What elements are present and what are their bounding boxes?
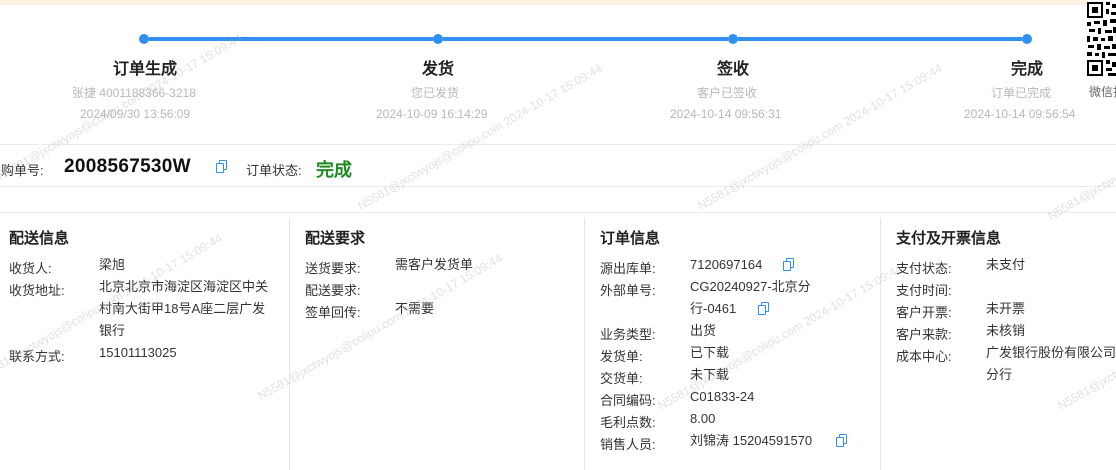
step-created-operator: 张捷 4001188366-3218 — [72, 86, 196, 100]
gross-margin-value: 8.00 — [690, 411, 716, 426]
progress-dot — [728, 34, 738, 44]
column-divider — [289, 218, 290, 470]
step-title-created: 订单生成 — [113, 61, 178, 78]
receiver-value: 梁旭 — [99, 257, 126, 272]
step-completed-note: 订单已完成 — [991, 86, 1052, 100]
gross-margin-label: 毛利点数: — [600, 415, 656, 430]
column-divider — [584, 218, 585, 470]
wechat-qr-code[interactable] — [1086, 0, 1116, 78]
step-shipped-time: 2024-10-09 16:14:29 — [376, 107, 488, 121]
step-signed-time: 2024-10-14 09:56:31 — [670, 107, 782, 121]
dist-req-label: 配送要求: — [305, 283, 361, 298]
po-number: 2008567530W — [64, 156, 191, 177]
invoice-status-label: 客户开票: — [896, 305, 952, 320]
send-req-label: 送货要求: — [305, 261, 361, 276]
order-status-label: 订单状态: — [246, 163, 302, 178]
order-status-badge: 完成 — [316, 160, 352, 180]
receiver-label: 收货人: — [9, 261, 52, 276]
copy-po-number-icon[interactable] — [216, 160, 227, 173]
step-title-signed: 签收 — [717, 61, 750, 78]
column-divider — [880, 218, 881, 470]
order-info-title: 订单信息 — [600, 230, 661, 247]
contact-value: 15101113025 — [99, 345, 177, 360]
step-shipped-note: 您已发货 — [411, 86, 460, 100]
customer-payment-label: 客户来款: — [896, 327, 952, 342]
progress-dot — [139, 34, 149, 44]
divider — [0, 186, 1116, 187]
send-req-value: 需客户发货单 — [395, 257, 474, 272]
sales-person-label: 销售人员: — [600, 437, 656, 452]
step-created-time: 2024/09/30 13:56:09 — [80, 107, 191, 121]
delivery-req-title: 配送要求 — [305, 230, 366, 247]
step-signed-note: 客户已签收 — [697, 86, 758, 100]
address-value: 北京北京市海淀区海淀区中关村南大街甲18号A座二层广发银行 — [99, 279, 269, 338]
top-strip — [0, 0, 1116, 5]
business-type-value: 出货 — [690, 323, 717, 338]
delivery-note-value: 未下载 — [690, 367, 730, 382]
wechat-scan-label: 微信扫 — [1089, 85, 1116, 99]
customer-payment-value: 未核销 — [986, 323, 1026, 338]
divider — [0, 212, 1116, 213]
external-order-value-line1: CG20240927-北京分 — [690, 279, 811, 294]
copy-sales-person-icon[interactable] — [836, 434, 847, 447]
progress-segment — [149, 37, 433, 41]
pay-status-label: 支付状态: — [896, 261, 952, 276]
progress-segment — [738, 37, 1022, 41]
contact-label: 联系方式: — [9, 349, 65, 364]
progress-dot — [433, 34, 443, 44]
delivery-note-label: 交货单: — [600, 371, 643, 386]
cost-center-label: 成本中心: — [896, 349, 952, 364]
watermark: N5581@jxctwyojs@colipu.com 2024-10-17 15… — [355, 60, 605, 214]
cost-center-value-line2: 分行 — [986, 367, 1013, 382]
payment-info-title: 支付及开票信息 — [896, 230, 1002, 247]
delivery-info-title: 配送信息 — [9, 230, 70, 247]
ship-note-value: 已下载 — [690, 345, 730, 360]
po-number-label: 采购单号: — [0, 163, 44, 178]
ship-note-label: 发货单: — [600, 349, 643, 364]
copy-source-order-icon[interactable] — [783, 258, 794, 271]
invoice-status-value: 未开票 — [986, 301, 1026, 316]
step-title-shipped: 发货 — [422, 61, 455, 78]
progress-dot — [1022, 34, 1032, 44]
source-order-label: 源出库单: — [600, 261, 656, 276]
step-title-completed: 完成 — [1011, 61, 1044, 78]
source-order-value: 7120697164 — [690, 257, 763, 272]
sign-return-value: 不需要 — [395, 301, 435, 316]
watermark: N5581@jxctwyojs@colipu.com 2024-10-17 15… — [1055, 261, 1116, 414]
contract-code-value: C01833-24 — [690, 389, 755, 404]
external-order-value-line2: 行-0461 — [690, 301, 737, 316]
external-order-label: 外部单号: — [600, 283, 656, 298]
copy-external-order-icon[interactable] — [758, 302, 769, 315]
contract-code-label: 合同编码: — [600, 393, 656, 408]
sign-return-label: 签单回传: — [305, 305, 361, 320]
step-completed-time: 2024-10-14 09:56:54 — [964, 107, 1076, 121]
divider — [0, 144, 1116, 145]
cost-center-value-line1: 广发银行股份有限公司 — [986, 345, 1116, 360]
sales-person-value: 刘锦涛 15204591570 — [690, 433, 813, 448]
pay-status-value: 未支付 — [986, 257, 1026, 272]
address-label: 收货地址: — [9, 283, 65, 298]
pay-time-label: 支付时间: — [896, 283, 952, 298]
business-type-label: 业务类型: — [600, 327, 656, 342]
progress-segment — [443, 37, 728, 41]
